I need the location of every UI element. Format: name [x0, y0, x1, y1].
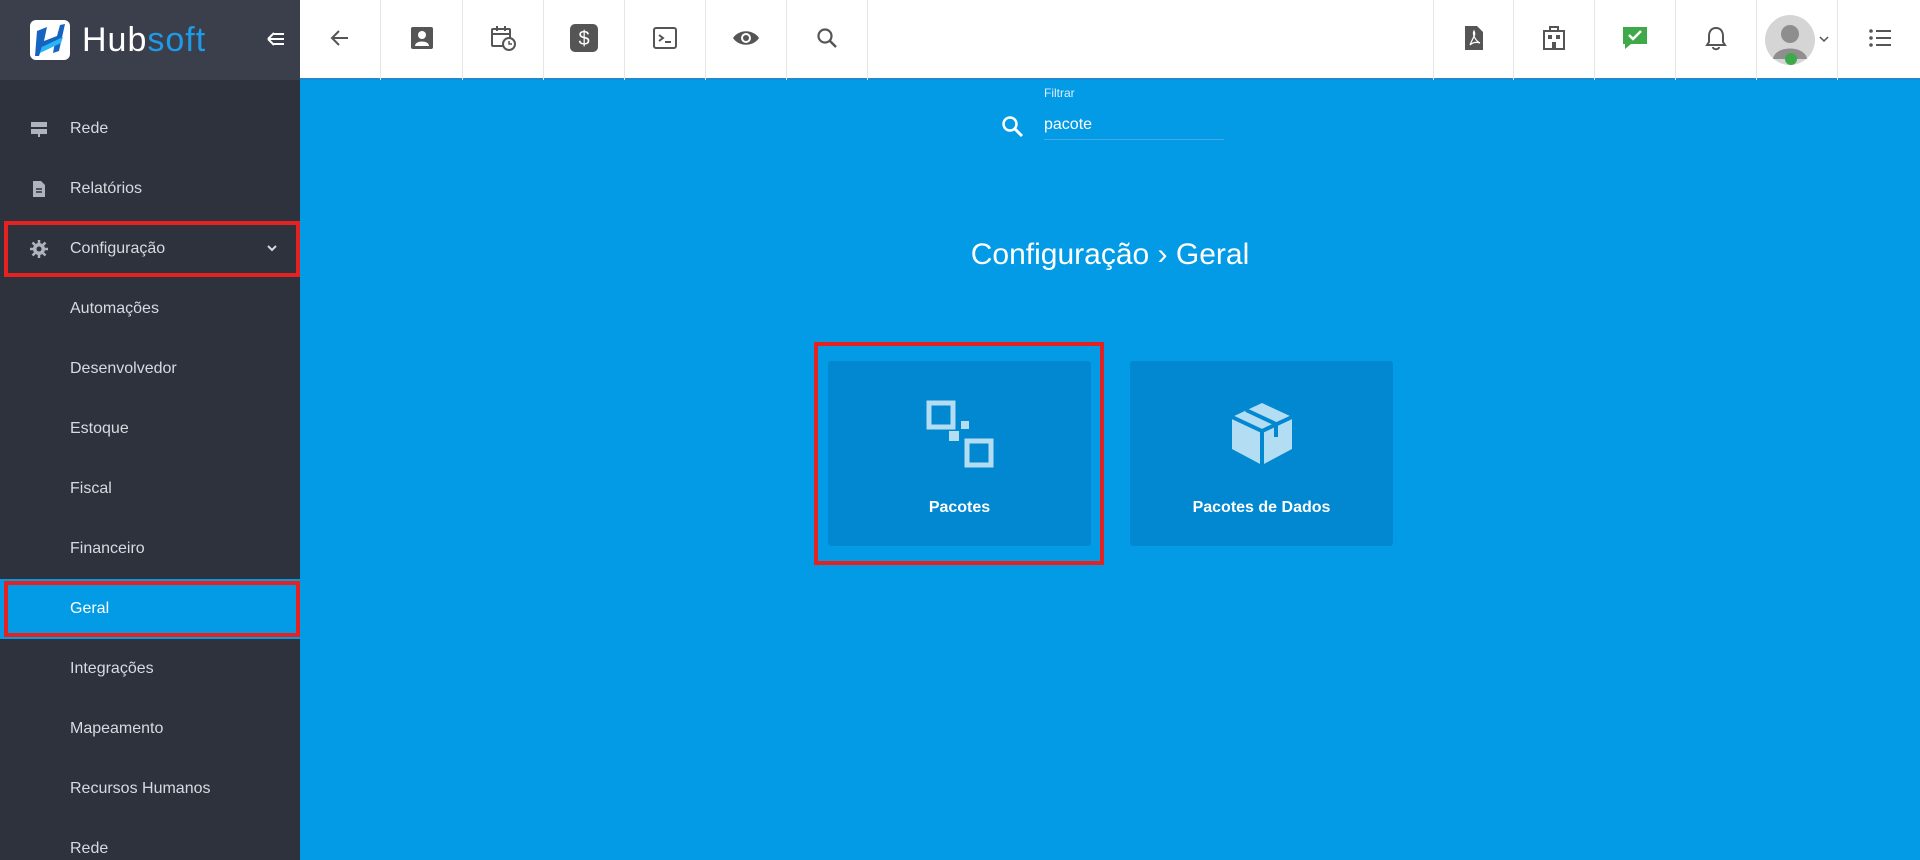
- sidebar-item-label: Recursos Humanos: [70, 780, 211, 797]
- sidebar-item-configuracao[interactable]: Configuração: [0, 219, 300, 279]
- search-button[interactable]: [787, 0, 868, 80]
- squares-icon: [828, 399, 1091, 469]
- contacts-button[interactable]: [382, 0, 463, 80]
- box-icon: [1130, 399, 1393, 469]
- eye-icon: [732, 28, 760, 53]
- page-title: Configuração › Geral: [970, 238, 1250, 271]
- sidebar-item-automacoes[interactable]: Automações: [0, 279, 300, 339]
- notifications-button[interactable]: [1676, 0, 1757, 80]
- back-button[interactable]: [300, 0, 381, 80]
- card-label: Pacotes: [928, 499, 991, 516]
- sidebar-item-recursos-humanos[interactable]: Recursos Humanos: [0, 759, 300, 819]
- bell-icon: [1704, 25, 1728, 56]
- sidebar-item-label: Mapeamento: [70, 720, 164, 737]
- card-label: Pacotes de Dados: [1192, 499, 1331, 516]
- calendar-clock-icon: [489, 24, 517, 57]
- dollar-icon: $: [569, 23, 599, 58]
- sidebar: Hubsoft Rede Relatórios Configuração Aut…: [0, 0, 300, 860]
- card-pacotes-de-dados[interactable]: Pacotes de Dados: [1130, 361, 1393, 546]
- server-icon: [30, 120, 48, 138]
- sidebar-item-relatorios[interactable]: Relatórios: [0, 159, 300, 219]
- filter-input[interactable]: [1044, 110, 1224, 140]
- search-icon: [815, 26, 839, 55]
- gear-icon: [30, 240, 48, 258]
- building-icon: [1541, 25, 1567, 56]
- filter-field: Filtrar: [1000, 84, 1230, 144]
- list-menu-icon: [1868, 27, 1892, 54]
- contact-card-icon: [409, 25, 435, 56]
- sidebar-item-rede[interactable]: Rede: [0, 99, 300, 159]
- avatar: [1765, 15, 1815, 65]
- sidebar-item-rede-sub[interactable]: Rede: [0, 819, 300, 860]
- back-arrow-icon: [328, 26, 352, 55]
- main-menu-button[interactable]: [1839, 0, 1920, 80]
- financial-button[interactable]: $: [544, 0, 625, 80]
- sidebar-item-estoque[interactable]: Estoque: [0, 399, 300, 459]
- logo-icon: [30, 20, 70, 60]
- logo-text: Hubsoft: [82, 20, 207, 59]
- filter-label: Filtrar: [1044, 86, 1075, 100]
- sidebar-item-integracoes[interactable]: Integrações: [0, 639, 300, 699]
- pdf-icon: [1462, 25, 1486, 56]
- sidebar-item-label: Relatórios: [70, 180, 143, 197]
- sidebar-item-label: Fiscal: [70, 480, 112, 497]
- terminal-button[interactable]: [625, 0, 706, 80]
- terminal-icon: [652, 25, 678, 56]
- sidebar-item-label: Rede: [70, 120, 109, 137]
- document-icon: [30, 180, 48, 198]
- collapse-sidebar-icon[interactable]: [266, 29, 286, 54]
- sidebar-item-fiscal[interactable]: Fiscal: [0, 459, 300, 519]
- chevron-down-icon: [1819, 31, 1829, 49]
- company-button[interactable]: [1514, 0, 1595, 80]
- view-button[interactable]: [706, 0, 787, 80]
- sidebar-item-label: Geral: [70, 600, 110, 617]
- logo-bar: Hubsoft: [0, 0, 300, 80]
- sidebar-item-label: Rede: [70, 840, 109, 857]
- search-icon: [1000, 114, 1026, 145]
- user-menu-button[interactable]: [1757, 0, 1838, 80]
- chat-check-icon: [1621, 25, 1649, 56]
- sidebar-item-label: Automações: [70, 300, 159, 317]
- svg-text:$: $: [578, 28, 589, 50]
- sidebar-item-label: Financeiro: [70, 540, 145, 557]
- sidebar-item-label: Integrações: [70, 660, 154, 677]
- schedule-button[interactable]: [463, 0, 544, 80]
- sidebar-item-financeiro[interactable]: Financeiro: [0, 519, 300, 579]
- sidebar-item-label: Estoque: [70, 420, 129, 437]
- chevron-down-icon: [266, 241, 278, 259]
- highlight-frame: [4, 581, 300, 637]
- pdf-button[interactable]: [1433, 0, 1514, 80]
- sidebar-item-label: Desenvolvedor: [70, 360, 177, 377]
- sidebar-item-label: Configuração: [70, 240, 166, 257]
- sidebar-item-geral[interactable]: Geral: [0, 579, 300, 639]
- card-pacotes[interactable]: Pacotes: [828, 361, 1091, 546]
- sidebar-item-mapeamento[interactable]: Mapeamento: [0, 699, 300, 759]
- sidebar-item-desenvolvedor[interactable]: Desenvolvedor: [0, 339, 300, 399]
- tasks-button[interactable]: [1595, 0, 1676, 80]
- topbar: $: [300, 0, 1920, 80]
